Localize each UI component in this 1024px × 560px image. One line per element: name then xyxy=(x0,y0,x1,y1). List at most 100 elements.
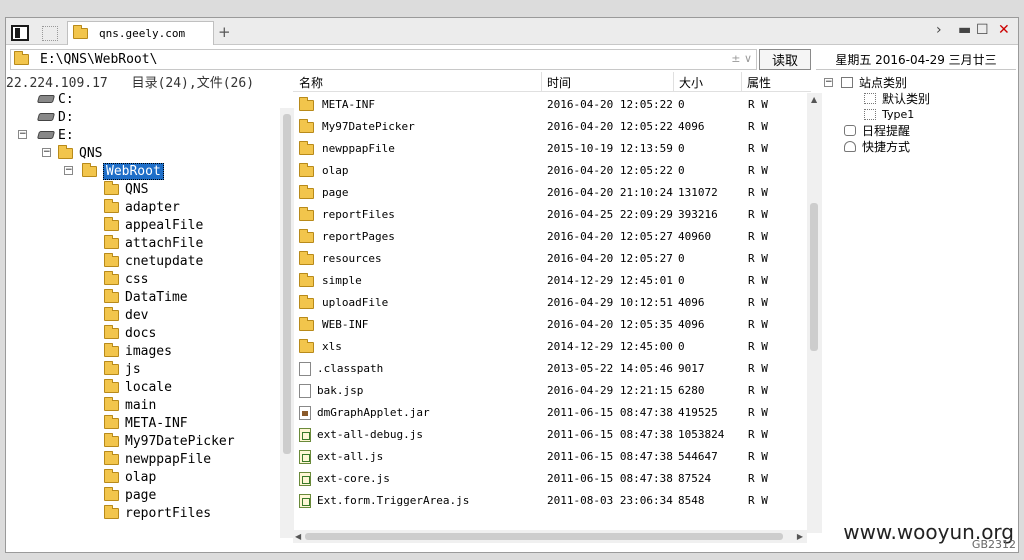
tree-folder-item[interactable]: dev xyxy=(104,306,148,324)
tree-folder-item[interactable]: main xyxy=(104,396,156,414)
file-row[interactable]: xls 2014-12-29 12:45:00 0 R W xyxy=(293,336,803,358)
tree-folder-item[interactable]: META-INF xyxy=(104,414,188,432)
list-hscroll-thumb[interactable] xyxy=(305,533,783,540)
tree-folder-item[interactable]: locale xyxy=(104,378,172,396)
path-input[interactable]: E:\QNS\WebRoot\ ± ∨ xyxy=(10,49,757,70)
file-row[interactable]: reportPages 2016-04-20 12:05:27 40960 R W xyxy=(293,226,803,248)
schedule-reminder[interactable]: 日程提醒 xyxy=(844,122,910,138)
drive-icon xyxy=(36,131,56,139)
tree-folder-item[interactable]: docs xyxy=(104,324,156,342)
tree-folder-item[interactable]: olap xyxy=(104,468,156,486)
sidebar-toggle-icon[interactable] xyxy=(11,25,29,41)
collapse-icon[interactable]: − xyxy=(42,148,51,157)
tree-folder-item[interactable]: attachFile xyxy=(104,234,203,252)
tree-folder-item[interactable]: DataTime xyxy=(104,288,188,306)
tab-qns-geely[interactable]: qns.geely.com xyxy=(67,21,214,45)
tree-folder-item[interactable]: js xyxy=(104,360,141,378)
collapse-icon[interactable]: − xyxy=(64,166,73,175)
file-row[interactable]: Ext.form.TriggerArea.js 2011-08-03 23:06:… xyxy=(293,490,803,512)
drive-d[interactable]: D: xyxy=(36,108,74,126)
collapse-icon[interactable]: − xyxy=(18,130,27,139)
tree-folder-item[interactable]: My97DatePicker xyxy=(104,432,235,450)
file-row[interactable]: resources 2016-04-20 12:05:27 0 R W xyxy=(293,248,803,270)
file-row[interactable]: page 2016-04-20 21:10:24 131072 R W xyxy=(293,182,803,204)
column-name[interactable]: 名称 xyxy=(299,74,323,91)
file-row[interactable]: reportFiles 2016-04-25 22:09:29 393216 R W xyxy=(293,204,803,226)
folder-icon xyxy=(104,360,119,375)
tree-scroll-thumb[interactable] xyxy=(283,114,291,454)
add-tab-button[interactable]: + xyxy=(218,23,231,41)
file-row[interactable]: dmGraphApplet.jar 2011-06-15 08:47:38 4195… xyxy=(293,402,803,424)
tree-folder-item[interactable]: cnetupdate xyxy=(104,252,203,270)
file-row[interactable]: newppapFile 2015-10-19 12:13:59 0 R W xyxy=(293,138,803,160)
folder-icon xyxy=(299,228,314,243)
read-button[interactable]: 读取 xyxy=(759,49,811,70)
scroll-right-arrow-icon[interactable]: ▶ xyxy=(797,532,803,541)
file-attr-cell: R W xyxy=(748,450,768,463)
file-row[interactable]: simple 2014-12-29 12:45:01 0 R W xyxy=(293,270,803,292)
column-size[interactable]: 大小 xyxy=(679,74,703,91)
file-time-cell: 2016-04-20 12:05:27 xyxy=(547,230,673,243)
tree-node-label: docs xyxy=(125,325,157,341)
file-row[interactable]: olap 2016-04-20 12:05:22 0 R W xyxy=(293,160,803,182)
tree-node-label: D: xyxy=(58,109,74,125)
path-dropdown-icon[interactable]: ± ∨ xyxy=(731,52,752,65)
list-scroll-thumb[interactable] xyxy=(810,203,818,351)
column-divider[interactable] xyxy=(541,72,542,92)
file-row[interactable]: ext-all-debug.js 2011-06-15 08:47:38 10538… xyxy=(293,424,803,446)
tree-node-label: WebRoot xyxy=(103,162,164,180)
folder-icon xyxy=(104,306,119,321)
tree-scrollbar[interactable] xyxy=(280,108,294,538)
drive-c[interactable]: C: xyxy=(36,90,74,108)
folder-icon xyxy=(104,342,119,357)
file-name: resources xyxy=(322,252,382,265)
list-horizontal-scrollbar[interactable]: ◀ ▶ xyxy=(293,530,807,543)
tree-folder-item[interactable]: images xyxy=(104,342,172,360)
column-attr[interactable]: 属性 xyxy=(747,74,771,91)
tree-folder-qns[interactable]: QNS xyxy=(58,144,102,162)
tree-folder-item[interactable]: page xyxy=(104,486,156,504)
blank-tab-icon[interactable] xyxy=(42,26,58,41)
file-attr-cell: R W xyxy=(748,296,768,309)
folder-icon xyxy=(104,180,119,195)
tree-folder-item[interactable]: appealFile xyxy=(104,216,203,234)
file-row[interactable]: .classpath 2013-05-22 14:05:46 9017 R W xyxy=(293,358,803,380)
site-category-label: 站点类别 xyxy=(859,75,908,90)
maximize-icon[interactable]: ☐ xyxy=(976,22,989,38)
site-category-root[interactable]: − 站点类别 xyxy=(824,74,907,90)
tree-node-label: QNS xyxy=(125,181,149,197)
reminder-label: 日程提醒 xyxy=(862,123,911,138)
shortcuts[interactable]: 快捷方式 xyxy=(844,138,910,154)
tree-folder-item[interactable]: css xyxy=(104,270,148,288)
collapse-icon[interactable]: − xyxy=(824,77,833,87)
tree-folder-item[interactable]: adapter xyxy=(104,198,180,216)
column-divider[interactable] xyxy=(741,72,742,92)
file-name: uploadFile xyxy=(322,296,389,309)
file-size-cell: 0 xyxy=(678,340,685,353)
file-row[interactable]: uploadFile 2016-04-29 10:12:51 4096 R W xyxy=(293,292,803,314)
file-row[interactable]: META-INF 2016-04-20 12:05:22 0 R W xyxy=(293,94,803,116)
category-type1[interactable]: Type1 xyxy=(864,106,914,122)
tree-folder-item[interactable]: QNS xyxy=(104,180,148,198)
category-default[interactable]: 默认类别 xyxy=(864,90,930,106)
minimize-icon[interactable]: ▬ xyxy=(958,22,971,38)
scroll-left-arrow-icon[interactable]: ◀ xyxy=(295,532,301,541)
column-divider[interactable] xyxy=(673,72,674,92)
file-name-cell: Ext.form.TriggerArea.js xyxy=(299,494,469,508)
file-row[interactable]: My97DatePicker 2016-04-20 12:05:22 4096 R W xyxy=(293,116,803,138)
file-time-cell: 2016-04-20 12:05:22 xyxy=(547,164,673,177)
scroll-up-arrow-icon[interactable]: ▲ xyxy=(811,95,817,104)
chevron-right-icon[interactable]: › xyxy=(936,22,942,38)
drive-e[interactable]: − E: xyxy=(18,126,74,144)
file-row[interactable]: ext-core.js 2011-06-15 08:47:38 87524 R W xyxy=(293,468,803,490)
file-row[interactable]: WEB-INF 2016-04-20 12:05:35 4096 R W xyxy=(293,314,803,336)
file-row[interactable]: bak.jsp 2016-04-29 12:21:15 6280 R W xyxy=(293,380,803,402)
file-size-cell: 544647 xyxy=(678,450,718,463)
file-size-cell: 4096 xyxy=(678,296,705,309)
tree-folder-item[interactable]: reportFiles xyxy=(104,504,211,522)
tree-folder-webroot[interactable]: WebRoot xyxy=(82,162,164,180)
column-time[interactable]: 时间 xyxy=(547,74,571,91)
file-row[interactable]: ext-all.js 2011-06-15 08:47:38 544647 R W xyxy=(293,446,803,468)
tree-folder-item[interactable]: newppapFile xyxy=(104,450,211,468)
close-icon[interactable]: ✕ xyxy=(998,22,1010,38)
